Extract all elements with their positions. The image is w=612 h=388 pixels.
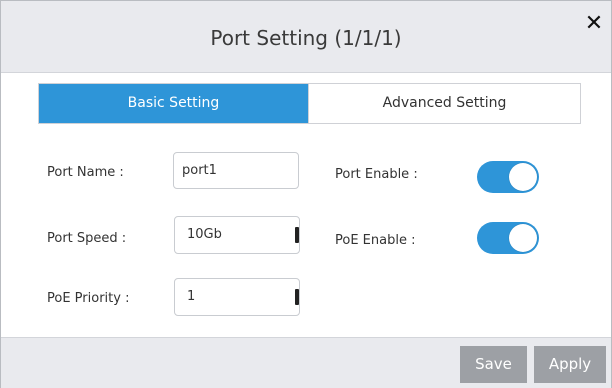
dropdown-arrow-icon <box>295 227 299 243</box>
dropdown-arrow-icon <box>295 289 299 305</box>
toggle-knob <box>509 224 537 252</box>
port-name-input[interactable]: port1 <box>173 152 299 189</box>
close-icon[interactable]: ✕ <box>583 13 605 35</box>
toggle-knob <box>509 163 537 191</box>
poe-enable-label: PoE Enable : <box>335 233 416 248</box>
poe-priority-select[interactable]: 1 <box>174 278 300 316</box>
tab-advanced-setting[interactable]: Advanced Setting <box>308 84 580 123</box>
port-enable-label: Port Enable : <box>335 167 418 182</box>
port-speed-label: Port Speed : <box>47 231 127 246</box>
dialog-header: Port Setting (1/1/1) ✕ <box>1 1 611 73</box>
poe-priority-label: PoE Priority : <box>47 291 130 306</box>
poe-priority-value: 1 <box>187 289 196 304</box>
settings-tabs: Basic Setting Advanced Setting <box>38 83 581 124</box>
port-speed-select[interactable]: 10Gb <box>174 216 300 254</box>
dialog-title: Port Setting (1/1/1) <box>210 26 402 50</box>
save-button[interactable]: Save <box>460 346 527 383</box>
port-speed-value: 10Gb <box>187 227 222 242</box>
poe-enable-toggle[interactable] <box>477 222 539 254</box>
tab-basic-setting[interactable]: Basic Setting <box>39 84 308 123</box>
apply-button[interactable]: Apply <box>534 346 606 383</box>
port-setting-dialog: Port Setting (1/1/1) ✕ Basic Setting Adv… <box>0 0 612 388</box>
port-name-label: Port Name : <box>47 165 124 180</box>
port-enable-toggle[interactable] <box>477 161 539 193</box>
dialog-footer: Save Apply <box>1 337 611 388</box>
